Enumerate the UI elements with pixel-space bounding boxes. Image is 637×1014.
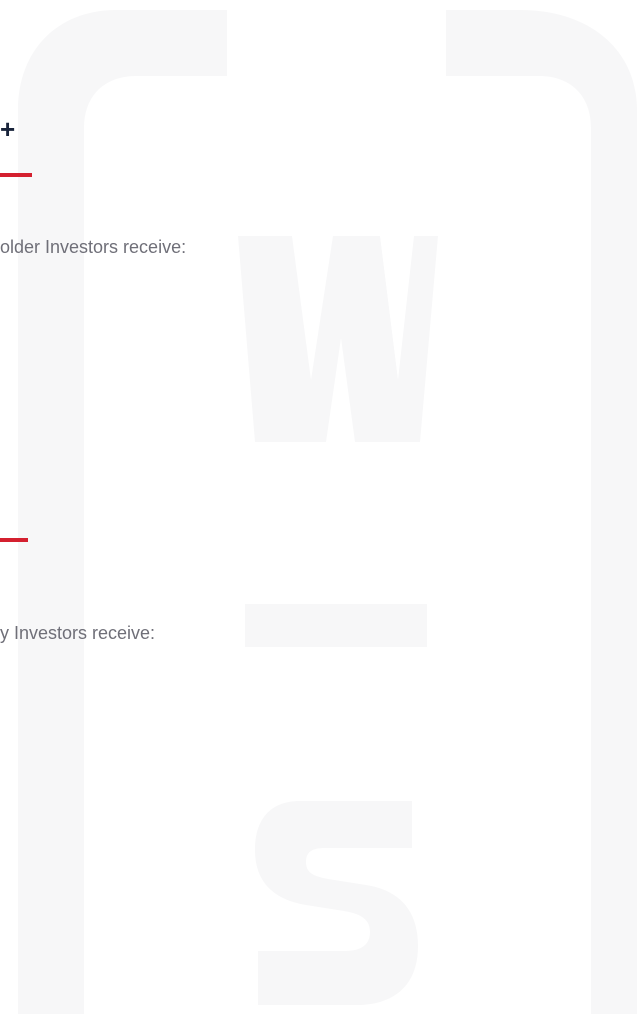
page: + older Investors receive: y Investors r… bbox=[0, 0, 637, 1014]
section-intro-text: y Investors receive: bbox=[0, 623, 156, 643]
logo-letter-w bbox=[238, 236, 438, 442]
logo-letter-s bbox=[255, 801, 418, 1005]
logo-divider bbox=[245, 604, 427, 647]
logo-frame-right bbox=[446, 10, 637, 1014]
logo-frame-left bbox=[18, 10, 227, 1014]
heading-accent-bar bbox=[0, 173, 32, 177]
section-intro-text: older Investors receive: bbox=[0, 237, 187, 257]
heading-accent-bar bbox=[0, 538, 28, 542]
ws-monogram-logo bbox=[18, 10, 637, 1014]
section-heading-fragment: + bbox=[0, 114, 16, 144]
